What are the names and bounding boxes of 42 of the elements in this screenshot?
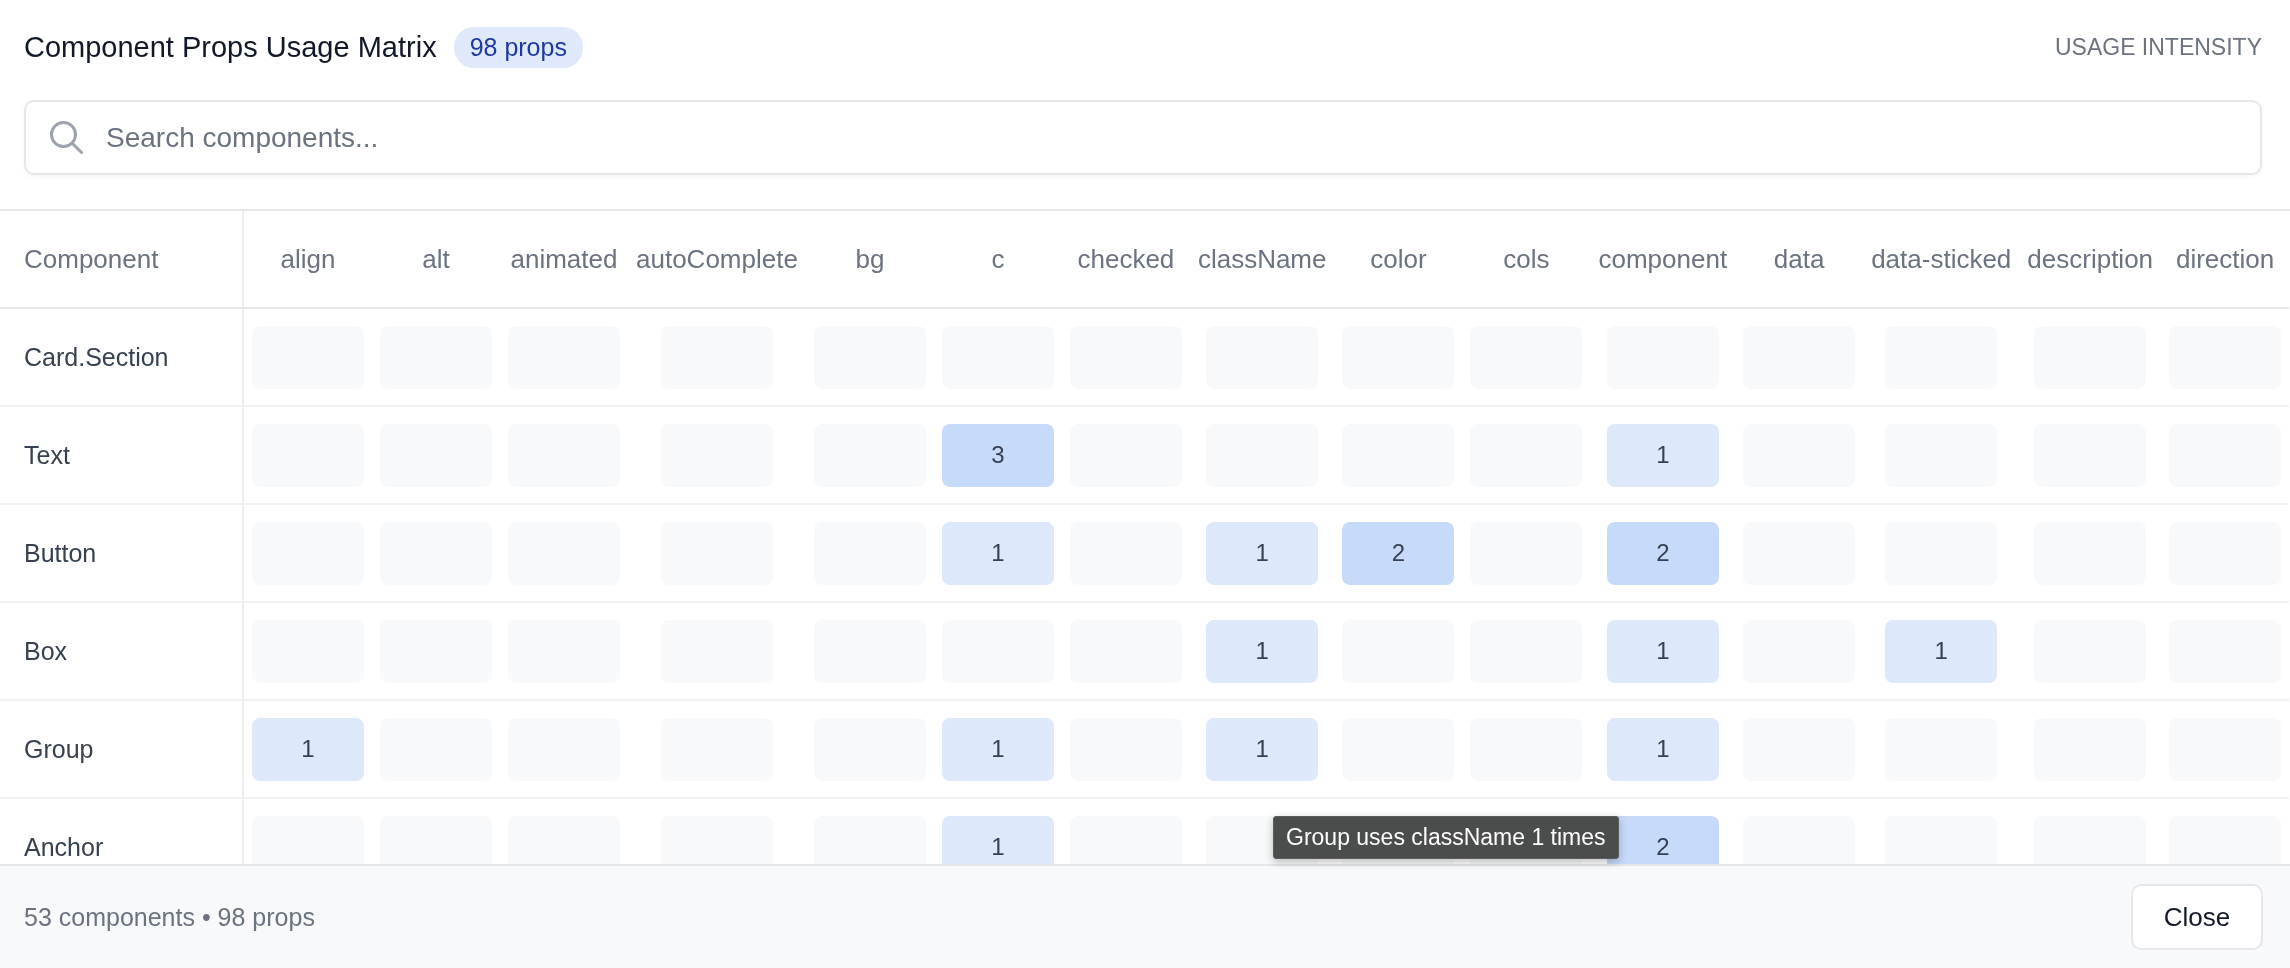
count-badge: 98 props (453, 27, 583, 68)
tooltip: Group uses className 1 times (1273, 816, 1619, 859)
usage-cell: 2 (1342, 521, 1455, 585)
intensity-label: USAGE INTENSITY (2054, 34, 2262, 61)
usage-cell: 1 (1885, 619, 1998, 683)
usage-cell: 1 (1206, 521, 1319, 585)
usage-cell: 1 (252, 717, 364, 781)
column-header: autoComplete (628, 211, 806, 308)
usage-cell: 1 (1606, 717, 1719, 781)
column-header: animated (500, 211, 628, 308)
row-label: Text (0, 406, 243, 504)
usage-cell: 1 (1206, 717, 1319, 781)
search-icon (49, 120, 83, 154)
usage-cell: 1 (1606, 619, 1719, 683)
usage-cell: 3 (941, 423, 1054, 487)
usage-cell: 1 (941, 717, 1054, 781)
row-label: Card.Section (0, 308, 243, 406)
column-header: data (1735, 211, 1864, 308)
column-header: align (243, 211, 372, 308)
dialog-title: Component Props Usage Matrix (24, 31, 437, 64)
column-header: c (933, 211, 1062, 308)
footer-summary: 53 components • 98 props (24, 902, 315, 932)
column-header: component (1590, 211, 1736, 308)
column-header: alt (372, 211, 500, 308)
usage-cell: 2 (1606, 521, 1719, 585)
usage-cell: 1 (1206, 619, 1319, 683)
column-header: direction (2161, 211, 2290, 308)
column-header: description (2019, 211, 2162, 308)
search-field[interactable]: Search components... (24, 100, 2262, 175)
row-label: Button (0, 504, 243, 602)
column-header: color (1334, 211, 1463, 308)
column-header: data-sticked (1863, 211, 2020, 308)
row-label: Group (0, 700, 243, 798)
column-header: checked (1061, 211, 1190, 308)
column-header: Component (0, 211, 243, 308)
column-header: bg (805, 211, 934, 308)
column-header: cols (1462, 211, 1591, 308)
row-label: Box (0, 602, 243, 700)
usage-cell: 1 (1606, 423, 1719, 487)
usage-cell: 1 (941, 521, 1054, 585)
close-button[interactable]: Close (2131, 884, 2263, 950)
column-header: className (1189, 211, 1335, 308)
